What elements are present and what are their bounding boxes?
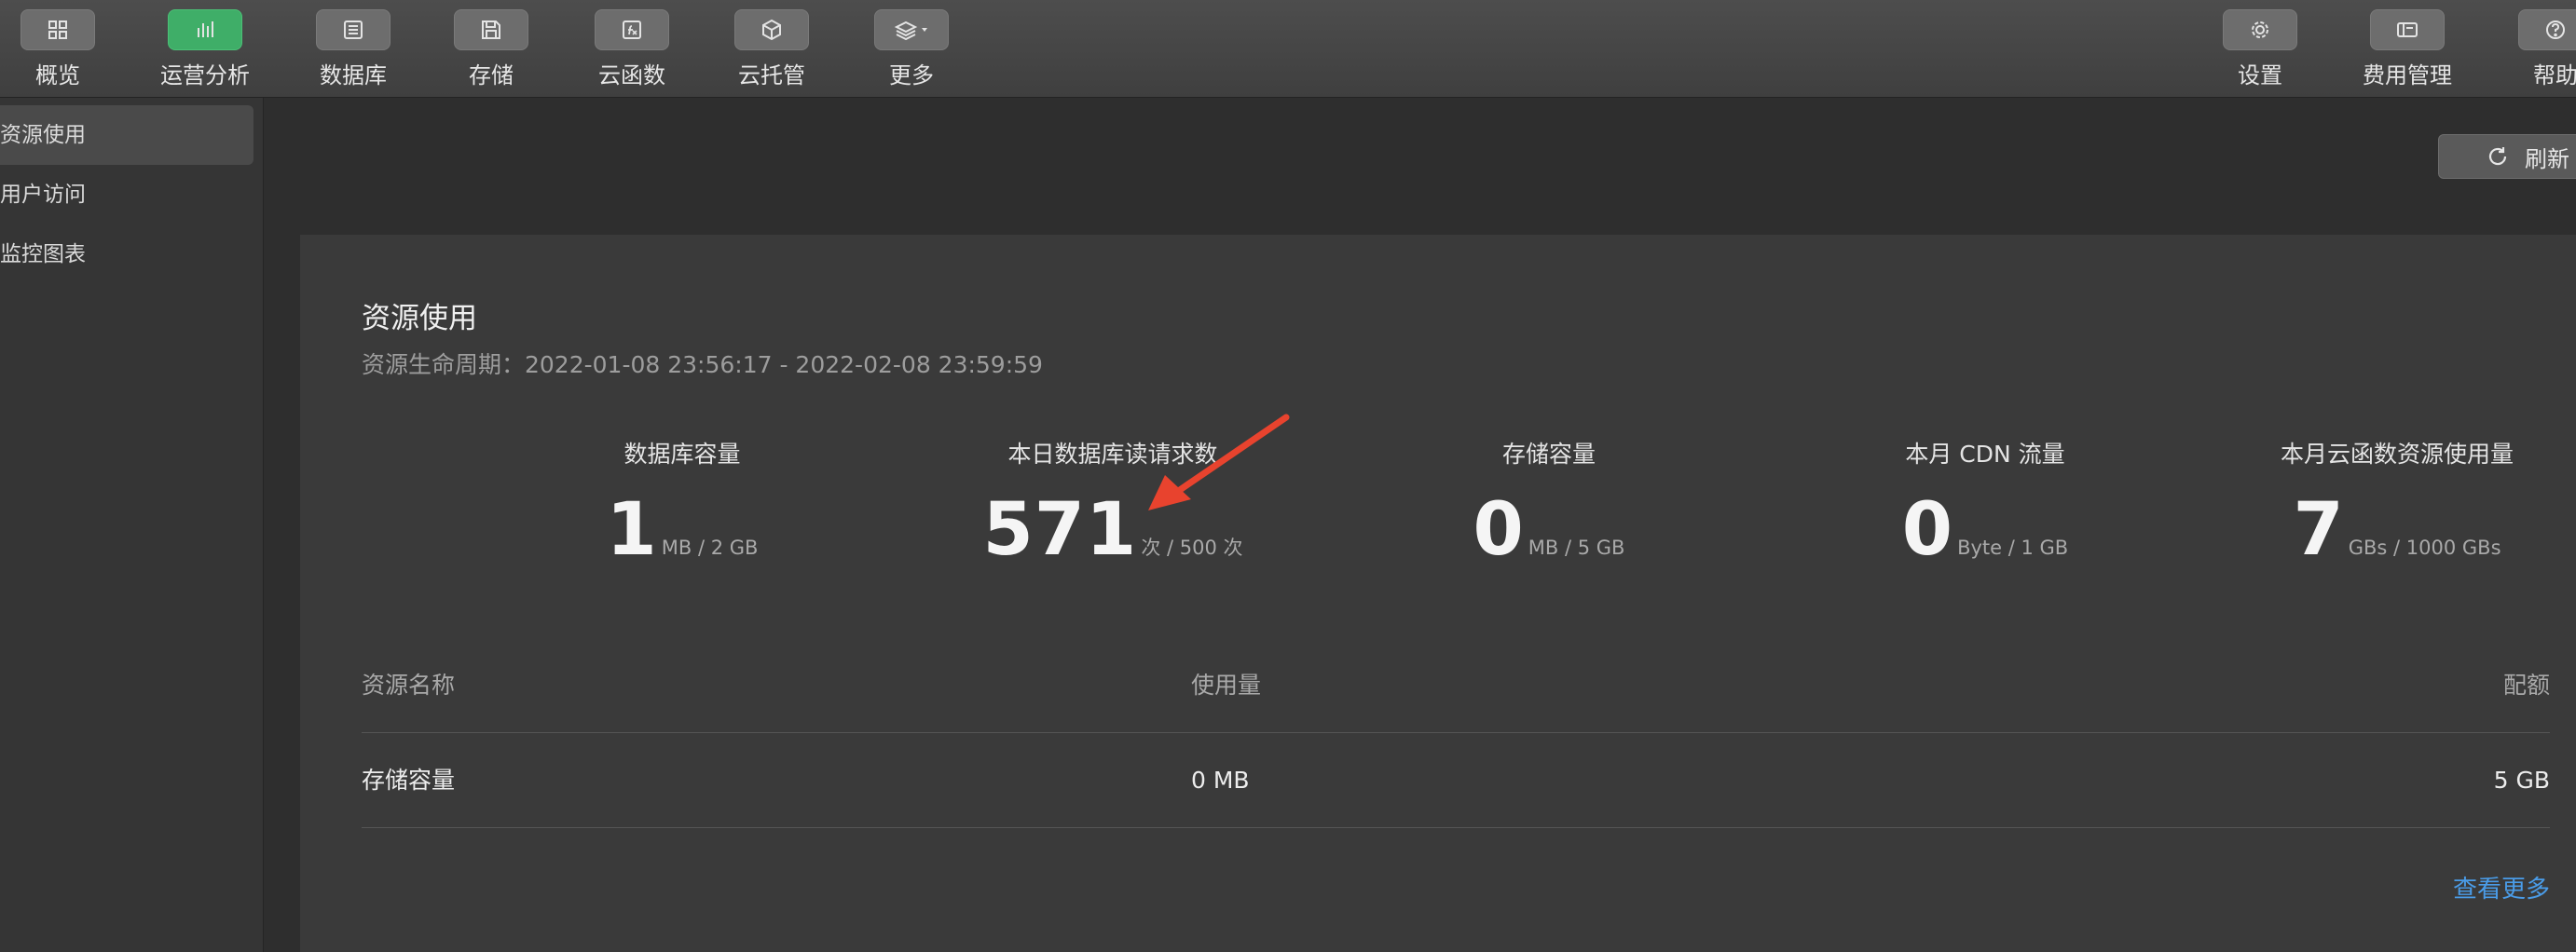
help-icon bbox=[2518, 9, 2576, 50]
column-header: 使用量 bbox=[1191, 672, 1262, 699]
stat-value: 571 bbox=[982, 488, 1138, 572]
tool-overview[interactable]: 概览 bbox=[0, 9, 128, 93]
tool-label: 概览 bbox=[35, 62, 80, 88]
sidebar-item-label: 监控图表 bbox=[0, 242, 86, 266]
tool-label: 费用管理 bbox=[2363, 62, 2452, 88]
refresh-button[interactable]: 刷新 bbox=[2438, 134, 2576, 179]
layers-icon bbox=[874, 9, 949, 50]
tool-help[interactable]: 帮助 bbox=[2488, 9, 2576, 93]
stat-cdn-traffic: 本月 CDN 流量 0 Byte / 1 GB bbox=[1799, 436, 2172, 572]
tool-label: 云函数 bbox=[598, 62, 665, 88]
column-header: 配额 bbox=[2502, 672, 2550, 699]
page-title: 资源使用 bbox=[362, 302, 477, 335]
tool-more[interactable]: 更多 bbox=[842, 9, 981, 93]
stat-label: 本月 CDN 流量 bbox=[1905, 441, 2065, 468]
table-cell: 存储容量 bbox=[362, 767, 456, 794]
database-icon bbox=[316, 9, 391, 50]
stat-label: 本月云函数资源使用量 bbox=[2280, 441, 2514, 468]
sidebar-item-resource-usage[interactable]: 资源使用 bbox=[0, 105, 253, 165]
table-cell: 5 GB bbox=[2493, 767, 2550, 794]
tool-storage[interactable]: 存储 bbox=[421, 9, 561, 93]
stat-label: 数据库容量 bbox=[623, 441, 741, 468]
sidebar-item-user-access[interactable]: 用户访问 bbox=[0, 165, 253, 224]
stat-unit: 次 / 500 次 bbox=[1141, 537, 1243, 559]
sidebar-item-label: 用户访问 bbox=[0, 183, 86, 207]
stat-value: 0 bbox=[1473, 488, 1525, 572]
column-header: 资源名称 bbox=[362, 672, 456, 699]
top-toolbar: 概览 运营分析 数据库 存储 云函数 云托管 更多 设置 费用管理 帮助 bbox=[0, 0, 2576, 98]
tool-database[interactable]: 数据库 bbox=[283, 9, 423, 93]
function-icon bbox=[595, 9, 669, 50]
table-header: 资源名称 使用量 配额 bbox=[362, 639, 2550, 733]
stat-value: 7 bbox=[2293, 488, 2345, 572]
tool-label: 更多 bbox=[889, 62, 934, 88]
tool-label: 运营分析 bbox=[160, 62, 250, 88]
stat-unit: Byte / 1 GB bbox=[1957, 537, 2069, 559]
tool-label: 存储 bbox=[469, 62, 514, 88]
save-icon bbox=[454, 9, 528, 50]
tool-label: 帮助 bbox=[2533, 62, 2576, 88]
stat-value: 1 bbox=[606, 488, 658, 572]
tool-cloud-hosting[interactable]: 云托管 bbox=[702, 9, 842, 93]
stat-value: 0 bbox=[1901, 488, 1954, 572]
lifecycle-period: 资源生命周期：2022-01-08 23:56:17 - 2022-02-08 … bbox=[362, 351, 1043, 378]
bar-chart-icon bbox=[168, 9, 242, 50]
grid-icon bbox=[21, 9, 95, 50]
sidebar-item-label: 资源使用 bbox=[0, 123, 86, 147]
stat-database-capacity: 数据库容量 1 MB / 2 GB bbox=[496, 436, 869, 572]
billing-icon bbox=[2370, 9, 2445, 50]
tool-cloud-function[interactable]: 云函数 bbox=[562, 9, 702, 93]
tool-label: 设置 bbox=[2238, 62, 2282, 88]
gear-icon bbox=[2223, 9, 2297, 50]
table-row: 存储容量 0 MB 5 GB bbox=[362, 734, 2550, 828]
stat-storage-capacity: 存储容量 0 MB / 5 GB bbox=[1363, 436, 1735, 572]
sidebar-item-monitoring[interactable]: 监控图表 bbox=[0, 224, 253, 284]
tool-billing[interactable]: 费用管理 bbox=[2337, 9, 2477, 93]
refresh-label: 刷新 bbox=[2525, 145, 2569, 172]
stat-unit: MB / 5 GB bbox=[1528, 537, 1625, 559]
tool-label: 数据库 bbox=[320, 62, 387, 88]
refresh-icon bbox=[2488, 147, 2507, 166]
view-more-link[interactable]: 查看更多 bbox=[2453, 870, 2550, 904]
table-cell: 0 MB bbox=[1191, 767, 1250, 794]
stat-unit: MB / 2 GB bbox=[661, 537, 759, 559]
tool-analytics[interactable]: 运营分析 bbox=[135, 9, 275, 93]
tool-settings[interactable]: 设置 bbox=[2190, 9, 2330, 93]
sidebar: 资源使用 用户访问 监控图表 bbox=[0, 98, 264, 952]
caret-down-icon bbox=[922, 28, 927, 32]
cube-icon bbox=[734, 9, 809, 50]
resource-usage-card: 资源使用 资源生命周期：2022-01-08 23:56:17 - 2022-0… bbox=[300, 235, 2576, 952]
tool-label: 云托管 bbox=[738, 62, 805, 88]
stat-label: 存储容量 bbox=[1501, 441, 1596, 468]
stat-unit: GBs / 1000 GBs bbox=[2348, 537, 2501, 559]
stat-cloud-function-usage: 本月云函数资源使用量 7 GBs / 1000 GBs bbox=[2211, 436, 2576, 572]
annotation-arrow-icon bbox=[1148, 414, 1290, 510]
